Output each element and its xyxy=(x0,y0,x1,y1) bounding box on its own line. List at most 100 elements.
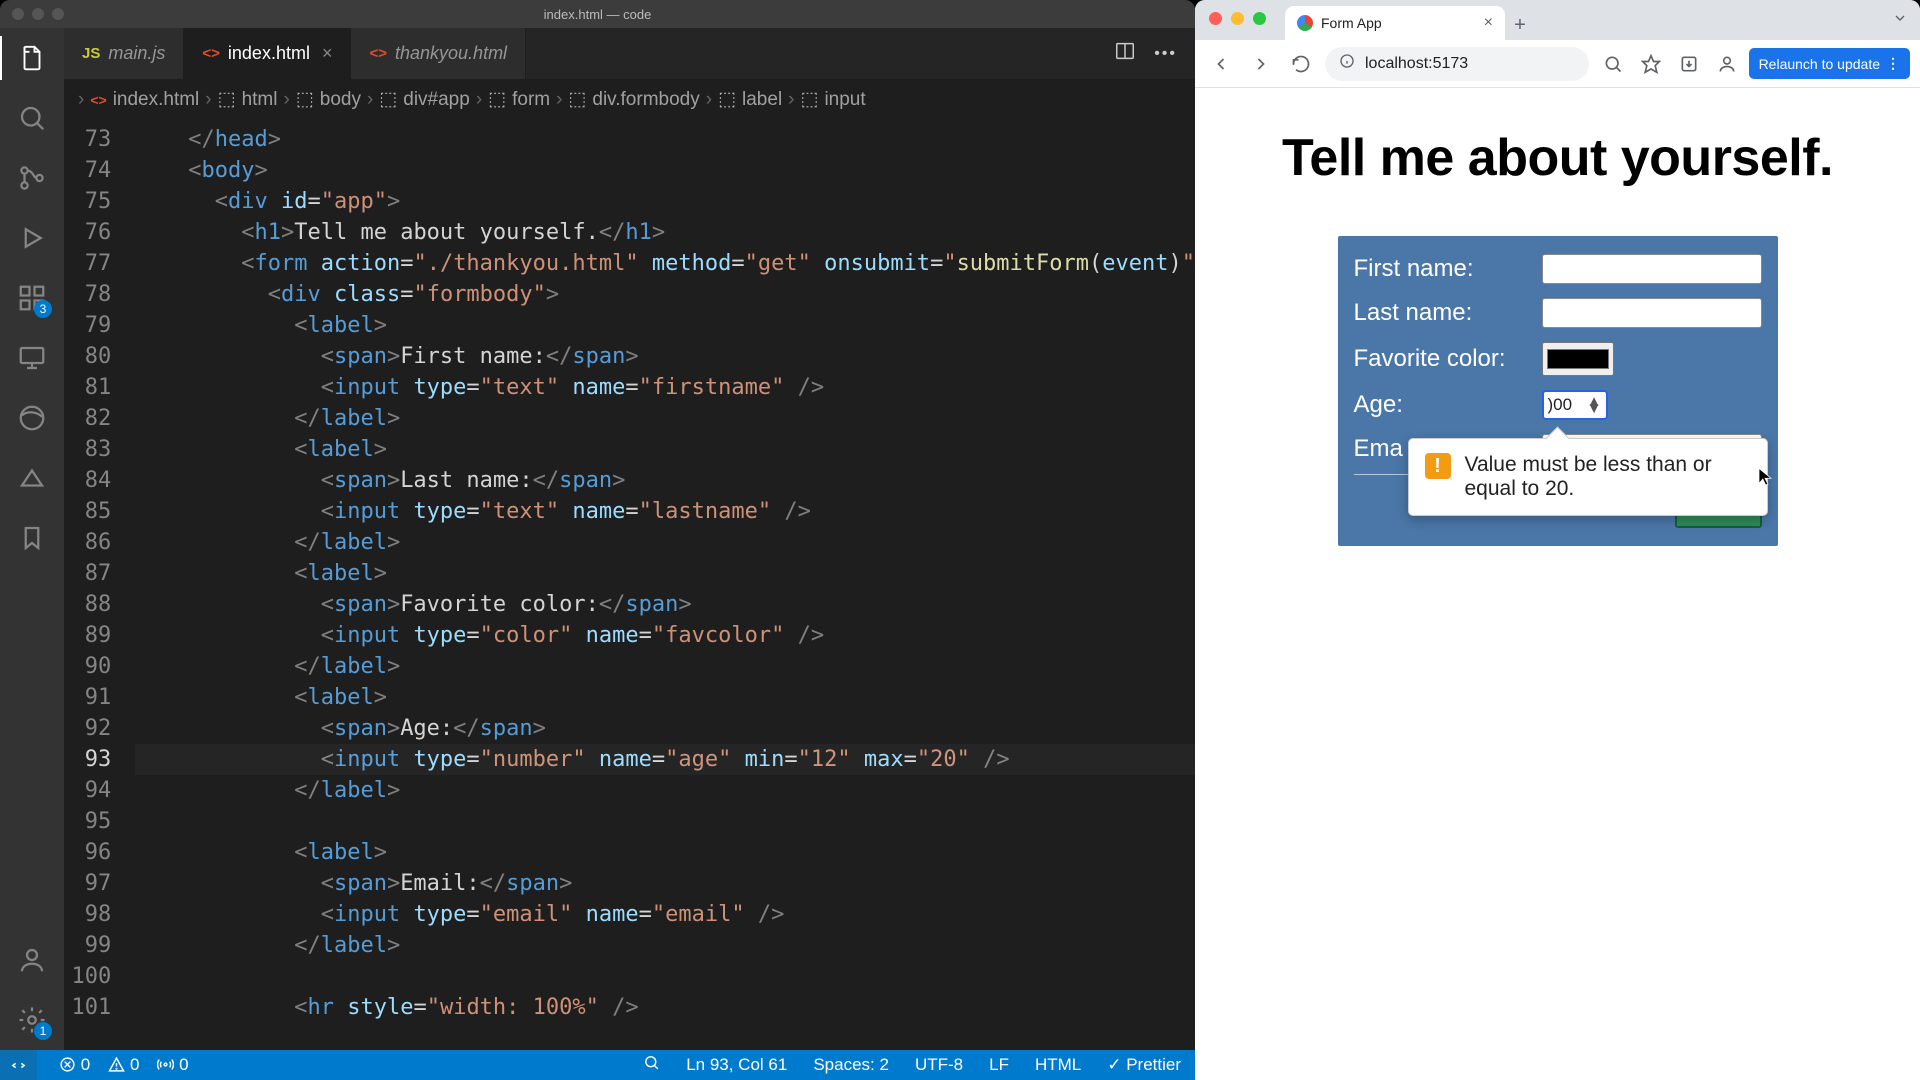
language-mode[interactable]: HTML xyxy=(1035,1055,1081,1075)
relaunch-button[interactable]: Relaunch to update ⋮ xyxy=(1749,48,1910,79)
extra-panel-icon[interactable] xyxy=(16,462,48,494)
formatter[interactable]: ✓ Prettier xyxy=(1107,1055,1181,1075)
js-file-icon: JS xyxy=(82,45,100,62)
symbol-icon: ⬚ xyxy=(218,88,236,111)
edge-tools-icon[interactable] xyxy=(16,402,48,434)
chevron-icon: › xyxy=(476,89,482,111)
editor-area: JS main.js <> index.html × <> thankyou.h… xyxy=(64,28,1195,1050)
vscode-window: index.html — code 3 xyxy=(0,0,1195,1080)
chevron-icon: › xyxy=(78,89,84,111)
remote-explorer-icon[interactable] xyxy=(16,342,48,374)
feedback-icon[interactable] xyxy=(643,1054,660,1076)
age-value: )00 xyxy=(1548,395,1573,415)
lastname-input[interactable] xyxy=(1542,298,1762,328)
page-heading: Tell me about yourself. xyxy=(1282,128,1833,188)
profile-icon[interactable] xyxy=(1711,48,1743,80)
tab-label: thankyou.html xyxy=(395,43,507,64)
tab-title: Form App xyxy=(1321,15,1382,31)
code-editor[interactable]: 7374757677787980818283848586878889909192… xyxy=(64,120,1195,1050)
breadcrumb-item[interactable]: div#app xyxy=(403,89,470,111)
tab-main-js[interactable]: JS main.js xyxy=(64,28,184,79)
zoom-dot[interactable] xyxy=(52,8,64,20)
errors-status[interactable]: 0 xyxy=(59,1055,90,1075)
tab-label: main.js xyxy=(108,43,165,64)
validation-tooltip: ! Value must be less than or equal to 20… xyxy=(1408,438,1768,516)
address-bar[interactable]: localhost:5173 xyxy=(1325,47,1589,81)
bookmarks-icon[interactable] xyxy=(16,522,48,554)
back-button[interactable] xyxy=(1205,48,1237,80)
browser-tab[interactable]: Form App × xyxy=(1285,6,1505,40)
code-content[interactable]: </head> <body> <div id="app"> <h1>Tell m… xyxy=(135,120,1195,1050)
reload-button[interactable] xyxy=(1285,48,1317,80)
chevron-icon: › xyxy=(283,89,289,111)
search-icon[interactable] xyxy=(16,102,48,134)
close-tab-icon[interactable]: × xyxy=(1484,14,1493,32)
chevron-icon: › xyxy=(788,89,794,111)
split-editor-icon[interactable] xyxy=(1114,40,1136,67)
activity-bar: 3 1 xyxy=(0,28,64,1050)
firstname-label: First name: xyxy=(1354,255,1474,283)
breadcrumb-item[interactable]: index.html xyxy=(113,89,200,111)
email-label: Ema xyxy=(1354,435,1403,463)
breadcrumb-item[interactable]: label xyxy=(742,89,782,111)
chevron-icon: › xyxy=(706,89,712,111)
zoom-indicator-icon[interactable] xyxy=(1597,48,1629,80)
favicon-icon xyxy=(1297,15,1313,31)
symbol-icon: ⬚ xyxy=(296,88,314,111)
minimize-icon[interactable] xyxy=(1231,12,1244,25)
breadcrumb-item[interactable]: html xyxy=(242,89,278,111)
install-app-icon[interactable] xyxy=(1673,48,1705,80)
tab-thankyou-html[interactable]: <> thankyou.html xyxy=(351,28,526,79)
favcolor-input[interactable] xyxy=(1542,342,1614,376)
chrome-tabstrip: Form App × + xyxy=(1195,0,1920,40)
accounts-icon[interactable] xyxy=(16,944,48,976)
vscode-titlebar[interactable]: index.html — code xyxy=(0,0,1195,28)
close-dot[interactable] xyxy=(12,8,24,20)
bookmark-star-icon[interactable] xyxy=(1635,48,1667,80)
lastname-label: Last name: xyxy=(1354,299,1473,327)
close-icon[interactable] xyxy=(1209,12,1222,25)
indentation[interactable]: Spaces: 2 xyxy=(813,1055,889,1075)
breadcrumb-item[interactable]: form xyxy=(512,89,550,111)
breadcrumb-item[interactable]: div.formbody xyxy=(592,89,699,111)
breadcrumb[interactable]: › <> index.html › ⬚ html › ⬚ body › ⬚ di… xyxy=(64,80,1195,120)
site-info-icon[interactable] xyxy=(1339,53,1355,74)
explorer-icon[interactable] xyxy=(16,42,48,74)
symbol-icon: ⬚ xyxy=(379,88,397,111)
form-body: First name: Last name: Favorite color: A… xyxy=(1338,236,1778,546)
html-file-icon: <> xyxy=(369,45,387,62)
eol[interactable]: LF xyxy=(989,1055,1009,1075)
new-tab-button[interactable]: + xyxy=(1505,10,1535,40)
close-tab-icon[interactable]: × xyxy=(322,43,333,64)
window-title: index.html — code xyxy=(544,7,652,22)
extensions-icon[interactable]: 3 xyxy=(16,282,48,314)
remote-indicator[interactable] xyxy=(0,1050,37,1080)
cursor-position[interactable]: Ln 93, Col 61 xyxy=(686,1055,787,1075)
tab-index-html[interactable]: <> index.html × xyxy=(184,28,351,79)
number-stepper-icon[interactable]: ▲▼ xyxy=(1587,398,1602,412)
encoding[interactable]: UTF-8 xyxy=(915,1055,963,1075)
ports-status[interactable]: 0 xyxy=(157,1055,188,1075)
breadcrumb-item[interactable]: body xyxy=(320,89,361,111)
extensions-badge: 3 xyxy=(34,300,52,318)
window-controls[interactable] xyxy=(1209,12,1266,25)
warnings-status[interactable]: 0 xyxy=(108,1055,139,1075)
forward-button[interactable] xyxy=(1245,48,1277,80)
chrome-toolbar: localhost:5173 Relaunch to update ⋮ xyxy=(1195,40,1920,88)
minimize-dot[interactable] xyxy=(32,8,44,20)
run-debug-icon[interactable] xyxy=(16,222,48,254)
zoom-icon[interactable] xyxy=(1253,12,1266,25)
source-control-icon[interactable] xyxy=(16,162,48,194)
more-actions-icon[interactable]: ••• xyxy=(1154,45,1177,63)
settings-gear-icon[interactable]: 1 xyxy=(16,1004,48,1036)
firstname-input[interactable] xyxy=(1542,254,1762,284)
chevron-icon: › xyxy=(556,89,562,111)
settings-badge: 1 xyxy=(34,1022,52,1040)
age-input[interactable]: )00 ▲▼ xyxy=(1542,390,1608,420)
tab-label: index.html xyxy=(228,43,310,64)
favcolor-label: Favorite color: xyxy=(1354,345,1506,373)
html-file-icon: <> xyxy=(202,45,220,62)
window-controls[interactable] xyxy=(12,8,64,20)
expand-tabs-icon[interactable] xyxy=(1892,10,1908,31)
breadcrumb-item[interactable]: input xyxy=(824,89,865,111)
